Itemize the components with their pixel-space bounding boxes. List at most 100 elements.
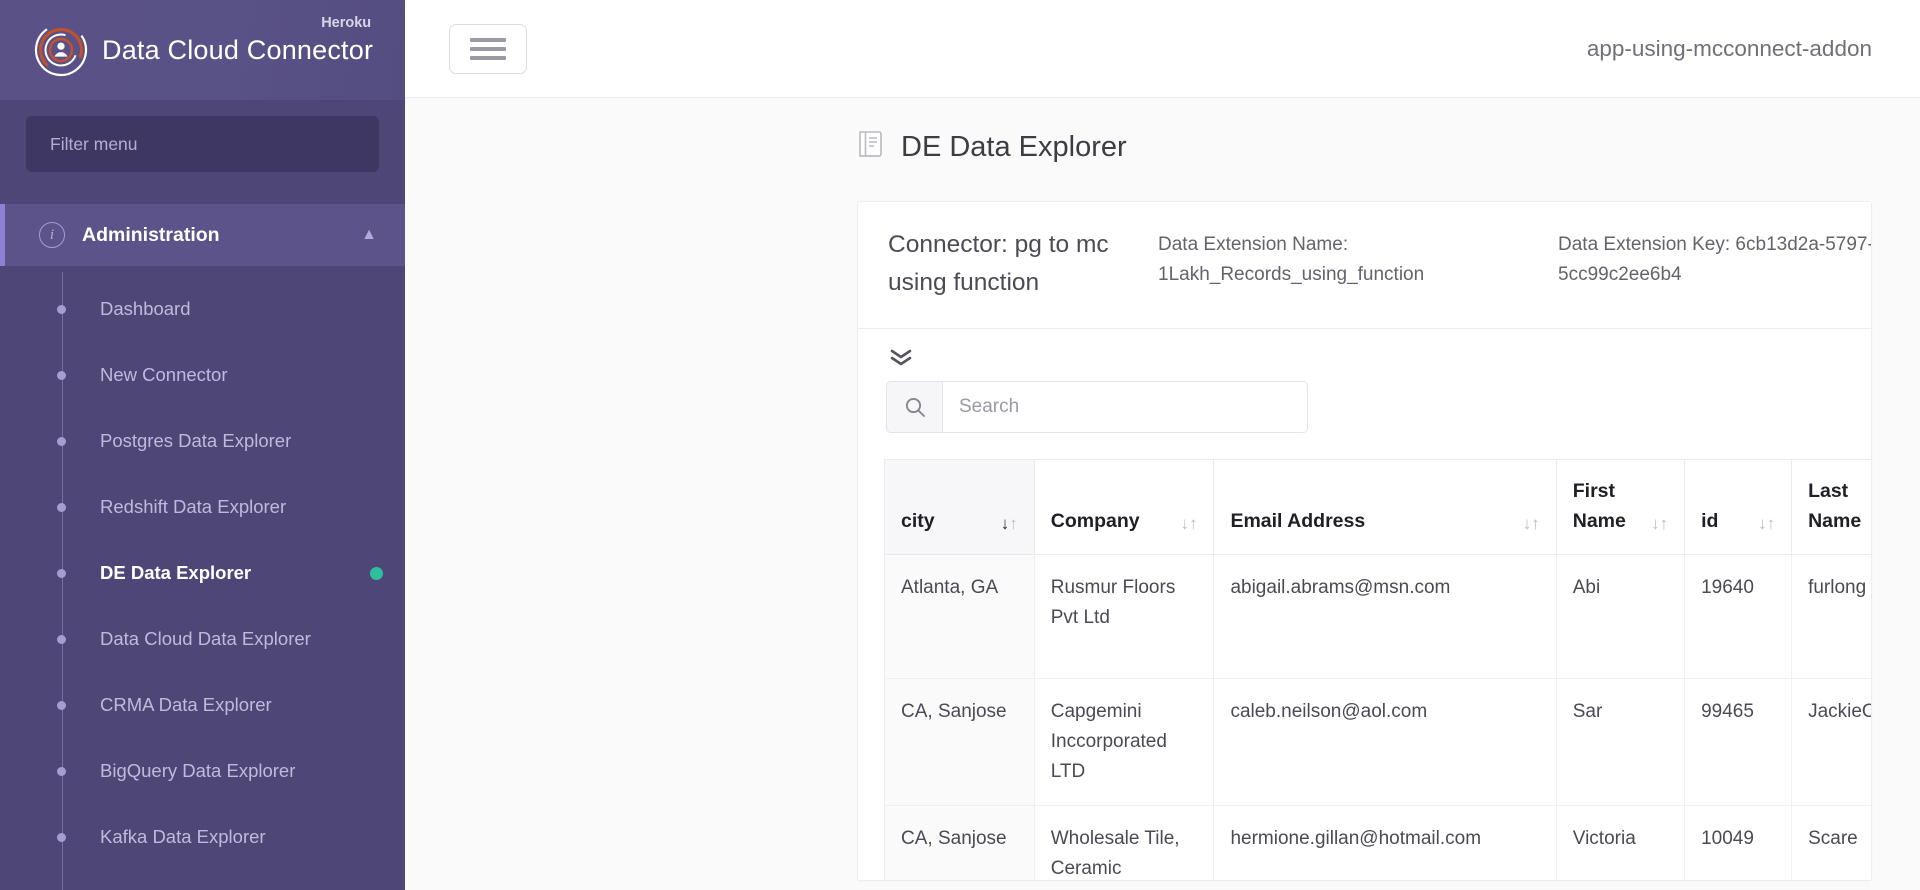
sidebar-subitems: Dashboard New Connector Postgres Data Ex… xyxy=(0,266,405,890)
data-extension-name-label: Data Extension Name: xyxy=(1158,234,1349,255)
bullet-icon xyxy=(57,568,66,578)
bullet-icon xyxy=(57,832,66,842)
hamburger-icon[interactable] xyxy=(449,23,527,74)
filter-menu-input[interactable] xyxy=(26,116,379,172)
hamburger-bar xyxy=(470,46,506,51)
data-extension-key: Data Extension Key: 6cb13d2a-5797-499e-9… xyxy=(1558,234,1871,285)
main-content: app-using-mcconnect-addon DE Data Explor… xyxy=(405,0,1920,890)
sidebar-item-bigquery-data-explorer[interactable]: BigQuery Data Explorer xyxy=(0,738,405,804)
table-row[interactable]: CA, Sanjose Wholesale Tile, Ceramic herm… xyxy=(884,805,1871,880)
cell-email: abigail.abrams@msn.com xyxy=(1213,554,1557,679)
bullet-icon xyxy=(57,502,66,512)
sidebar-item-label: Data Cloud Data Explorer xyxy=(100,628,311,649)
book-icon xyxy=(857,130,885,165)
cell-id: 10049 xyxy=(1684,805,1793,880)
double-chevron-down-icon[interactable] xyxy=(884,347,918,373)
page-title: DE Data Explorer xyxy=(901,131,1127,163)
table-row[interactable]: CA, Sanjose Capgemini Inccorporated LTD … xyxy=(884,678,1871,806)
column-label: Email Address xyxy=(1230,510,1366,532)
topbar: app-using-mcconnect-addon xyxy=(405,0,1920,98)
sidebar-item-label: New Connector xyxy=(100,364,228,385)
column-header-email-address[interactable]: Email Address ↓↑ xyxy=(1213,459,1557,555)
data-table: city ↓↑ Company ↓↑ Email Address ↓↑ Firs… xyxy=(884,459,1871,880)
sidebar-item-kafka-data-explorer[interactable]: Kafka Data Explorer xyxy=(0,804,405,870)
bullet-icon xyxy=(57,634,66,644)
column-label: city xyxy=(901,510,935,532)
sidebar-item-new-connector[interactable]: New Connector xyxy=(0,342,405,408)
user-circle-logo-icon xyxy=(34,23,88,77)
table-body: Atlanta, GA Rusmur Floors Pvt Ltd abigai… xyxy=(884,554,1871,880)
brand-header[interactable]: Heroku Data Cloud Connector xyxy=(0,0,405,100)
column-header-last-name[interactable]: Last Name ↓↑ xyxy=(1791,459,1871,555)
chevron-up-icon[interactable]: ▲ xyxy=(361,227,377,243)
sidebar-item-label: Dashboard xyxy=(100,298,191,319)
sidebar-item-redshift-data-explorer[interactable]: Redshift Data Explorer xyxy=(0,474,405,540)
card-body: city ↓↑ Company ↓↑ xyxy=(858,329,1871,880)
sidebar-item-crma-data-explorer[interactable]: CRMA Data Explorer xyxy=(0,672,405,738)
brand-superscript: Heroku xyxy=(321,15,372,31)
cell-company: Rusmur Floors Pvt Ltd xyxy=(1033,554,1215,679)
sidebar-nav: i Administration ▲ Dashboard New Connect… xyxy=(0,204,405,890)
sidebar-item-postgres-data-explorer[interactable]: Postgres Data Explorer xyxy=(0,408,405,474)
bullet-icon xyxy=(57,370,66,380)
sidebar-item-label: BigQuery Data Explorer xyxy=(100,760,296,781)
sidebar-item-label: Postgres Data Explorer xyxy=(100,430,292,451)
info-circle-icon: i xyxy=(39,222,65,248)
cell-last-name: furlong xyxy=(1791,554,1871,679)
bullet-icon xyxy=(57,700,66,710)
hamburger-bar xyxy=(470,37,506,42)
data-extension-name-value: 1Lakh_Records_using_function xyxy=(1158,264,1425,285)
column-label: Last Name xyxy=(1808,480,1862,532)
sidebar: Heroku Data Cloud Connector i Administra… xyxy=(0,0,405,890)
bullet-icon xyxy=(57,304,66,314)
search-box xyxy=(886,381,1308,433)
cell-email: caleb.neilson@aol.com xyxy=(1213,678,1557,806)
sort-arrows-icon[interactable]: ↓↑ xyxy=(1758,512,1775,536)
cell-id: 19640 xyxy=(1684,554,1793,679)
cell-first-name: Sar xyxy=(1555,678,1686,806)
sidebar-item-label: Redshift Data Explorer xyxy=(100,496,287,517)
data-extension-name-block: Data Extension Name: 1Lakh_Records_using… xyxy=(1158,226,1558,290)
column-header-city[interactable]: city ↓↑ xyxy=(884,459,1035,555)
hamburger-bar xyxy=(470,55,506,60)
column-label: Company xyxy=(1050,510,1140,532)
cell-company: Capgemini Inccorporated LTD xyxy=(1033,678,1215,806)
status-dot-icon xyxy=(370,566,383,580)
sidebar-item-label: CRMA Data Explorer xyxy=(100,694,272,715)
sidebar-group-label: Administration xyxy=(82,223,220,246)
data-explorer-card: Connector: pg to mc using function Data … xyxy=(857,201,1872,881)
cell-city: Atlanta, GA xyxy=(884,554,1035,679)
cell-id: 99465 xyxy=(1684,678,1793,806)
bullet-icon xyxy=(57,436,66,446)
column-header-company[interactable]: Company ↓↑ xyxy=(1033,459,1215,555)
cell-first-name: Abi xyxy=(1555,554,1686,679)
cell-city: CA, Sanjose xyxy=(884,678,1035,806)
data-table-wrap: city ↓↑ Company ↓↑ Email Address ↓↑ Firs… xyxy=(884,459,1871,880)
connector-name: Connector: pg to mc using function xyxy=(888,231,1109,296)
sidebar-item-de-data-explorer[interactable]: DE Data Explorer xyxy=(0,540,405,606)
sidebar-item-label: Kafka Data Explorer xyxy=(100,826,266,847)
cell-email: hermione.gillan@hotmail.com xyxy=(1213,805,1557,880)
cell-last-name: JackieO xyxy=(1791,678,1871,806)
sort-arrows-icon[interactable]: ↓↑ xyxy=(1001,512,1018,536)
column-header-first-name[interactable]: First Name ↓↑ xyxy=(1555,459,1686,555)
search-input[interactable] xyxy=(943,382,1307,432)
brand-title: Data Cloud Connector xyxy=(102,35,374,65)
sidebar-item-data-cloud-data-explorer[interactable]: Data Cloud Data Explorer xyxy=(0,606,405,672)
sort-arrows-icon[interactable]: ↓↑ xyxy=(1523,512,1540,536)
sidebar-item-label: DE Data Explorer xyxy=(100,562,252,583)
search-icon xyxy=(887,382,943,432)
sort-arrows-icon[interactable]: ↓↑ xyxy=(1651,512,1668,536)
card-header: Connector: pg to mc using function Data … xyxy=(858,202,1871,329)
cell-city: CA, Sanjose xyxy=(884,805,1035,880)
cell-last-name: Scare xyxy=(1791,805,1871,880)
column-header-id[interactable]: id ↓↑ xyxy=(1684,459,1793,555)
column-label: First Name xyxy=(1572,480,1626,532)
sidebar-item-dashboard[interactable]: Dashboard xyxy=(0,276,405,342)
cell-company: Wholesale Tile, Ceramic xyxy=(1033,805,1215,880)
table-row[interactable]: Atlanta, GA Rusmur Floors Pvt Ltd abigai… xyxy=(884,554,1871,679)
sidebar-group-administration[interactable]: i Administration ▲ xyxy=(0,204,405,266)
cell-first-name: Victoria xyxy=(1555,805,1686,880)
sort-arrows-icon[interactable]: ↓↑ xyxy=(1180,512,1197,536)
app-name-label: app-using-mcconnect-addon xyxy=(1586,35,1872,61)
